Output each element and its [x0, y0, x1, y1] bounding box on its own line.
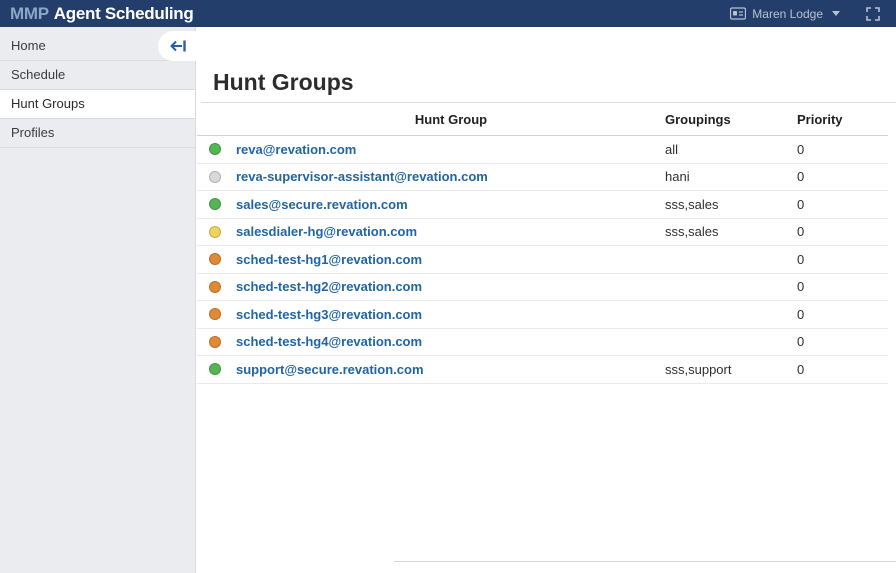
logo-title: Agent Scheduling: [54, 4, 194, 24]
status-cell: [197, 226, 236, 238]
status-dot-icon: [209, 281, 221, 293]
status-cell: [197, 198, 236, 210]
hunt-group-link[interactable]: sales@secure.revation.com: [236, 197, 408, 212]
table-row: salesdialer-hg@revation.com sss,sales 0: [197, 219, 888, 247]
status-cell: [197, 308, 236, 320]
hunt-group-cell: sched-test-hg1@revation.com: [236, 252, 665, 267]
status-dot-icon: [209, 143, 221, 155]
table-row: reva@revation.com all 0: [197, 136, 888, 164]
sidebar-nav: Home Schedule Hunt Groups Profiles: [0, 27, 196, 573]
sidebar-item-schedule[interactable]: Schedule: [0, 61, 195, 90]
collapse-arrow-icon: [170, 39, 187, 53]
hunt-group-cell: sales@secure.revation.com: [236, 197, 665, 212]
groupings-cell: all: [665, 142, 797, 157]
hunt-group-link[interactable]: sched-test-hg1@revation.com: [236, 252, 422, 267]
fullscreen-button[interactable]: [866, 7, 880, 21]
table-row: sched-test-hg3@revation.com 0: [197, 301, 888, 329]
table-row: sched-test-hg4@revation.com 0: [197, 329, 888, 357]
user-name: Maren Lodge: [752, 7, 823, 21]
app-logo: MMP Agent Scheduling: [10, 4, 193, 24]
priority-cell: 0: [797, 224, 888, 239]
table-row: sched-test-hg1@revation.com 0: [197, 246, 888, 274]
hunt-group-link[interactable]: sched-test-hg3@revation.com: [236, 307, 422, 322]
app-window: MMP Agent Scheduling Maren Lodge: [0, 0, 896, 573]
topbar-right: Maren Lodge: [730, 7, 880, 21]
top-header-bar: MMP Agent Scheduling Maren Lodge: [0, 0, 896, 27]
column-header-priority: Priority: [797, 112, 888, 127]
contact-card-icon: [730, 7, 746, 20]
priority-cell: 0: [797, 279, 888, 294]
sidebar-collapse-button[interactable]: [158, 31, 198, 61]
groupings-cell: sss,sales: [665, 197, 797, 212]
priority-cell: 0: [797, 169, 888, 184]
priority-cell: 0: [797, 307, 888, 322]
fullscreen-icon: [866, 7, 880, 21]
hunt-group-link[interactable]: reva@revation.com: [236, 142, 356, 157]
table-row: reva-supervisor-assistant@revation.com h…: [197, 164, 888, 192]
status-cell: [197, 143, 236, 155]
hunt-group-cell: sched-test-hg3@revation.com: [236, 307, 665, 322]
user-menu[interactable]: Maren Lodge: [730, 7, 840, 21]
status-dot-icon: [209, 198, 221, 210]
hunt-group-cell: reva@revation.com: [236, 142, 665, 157]
hunt-group-link[interactable]: salesdialer-hg@revation.com: [236, 224, 417, 239]
hunt-group-link[interactable]: sched-test-hg4@revation.com: [236, 334, 422, 349]
hunt-group-link[interactable]: support@secure.revation.com: [236, 362, 424, 377]
sidebar-item-profiles[interactable]: Profiles: [0, 119, 195, 148]
groupings-cell: sss,support: [665, 362, 797, 377]
status-dot-icon: [209, 226, 221, 238]
priority-cell: 0: [797, 197, 888, 212]
table-row: sales@secure.revation.com sss,sales 0: [197, 191, 888, 219]
hunt-group-cell: sched-test-hg4@revation.com: [236, 334, 665, 349]
status-dot-icon: [209, 363, 221, 375]
priority-cell: 0: [797, 252, 888, 267]
hunt-groups-table: Hunt Group Groupings Priority reva@revat…: [197, 103, 888, 384]
groupings-cell: hani: [665, 169, 797, 184]
column-header-hunt-group: Hunt Group: [197, 112, 665, 127]
status-cell: [197, 253, 236, 265]
hunt-group-link[interactable]: reva-supervisor-assistant@revation.com: [236, 169, 488, 184]
page-title: Hunt Groups: [213, 69, 354, 95]
bottom-divider: [394, 561, 896, 562]
priority-cell: 0: [797, 334, 888, 349]
logo-prefix: MMP: [10, 4, 49, 24]
table-body: reva@revation.com all 0 reva-supervisor-…: [197, 136, 888, 384]
priority-cell: 0: [797, 142, 888, 157]
status-dot-icon: [209, 336, 221, 348]
status-dot-icon: [209, 171, 221, 183]
table-row: sched-test-hg2@revation.com 0: [197, 274, 888, 302]
column-header-groupings: Groupings: [665, 112, 797, 127]
status-cell: [197, 336, 236, 348]
hunt-group-cell: support@secure.revation.com: [236, 362, 665, 377]
hunt-group-link[interactable]: sched-test-hg2@revation.com: [236, 279, 422, 294]
status-cell: [197, 171, 236, 183]
status-cell: [197, 281, 236, 293]
status-cell: [197, 363, 236, 375]
page-header: Hunt Groups: [201, 27, 896, 103]
hunt-group-cell: sched-test-hg2@revation.com: [236, 279, 665, 294]
groupings-cell: sss,sales: [665, 224, 797, 239]
table-header-row: Hunt Group Groupings Priority: [197, 103, 888, 136]
chevron-down-icon: [832, 11, 840, 16]
status-dot-icon: [209, 253, 221, 265]
main-content: Hunt Groups Hunt Group Groupings Priorit…: [197, 27, 896, 573]
priority-cell: 0: [797, 362, 888, 377]
table-row: support@secure.revation.com sss,support …: [197, 356, 888, 384]
sidebar-item-hunt-groups[interactable]: Hunt Groups: [0, 90, 195, 119]
status-dot-icon: [209, 308, 221, 320]
hunt-group-cell: reva-supervisor-assistant@revation.com: [236, 169, 665, 184]
hunt-group-cell: salesdialer-hg@revation.com: [236, 224, 665, 239]
